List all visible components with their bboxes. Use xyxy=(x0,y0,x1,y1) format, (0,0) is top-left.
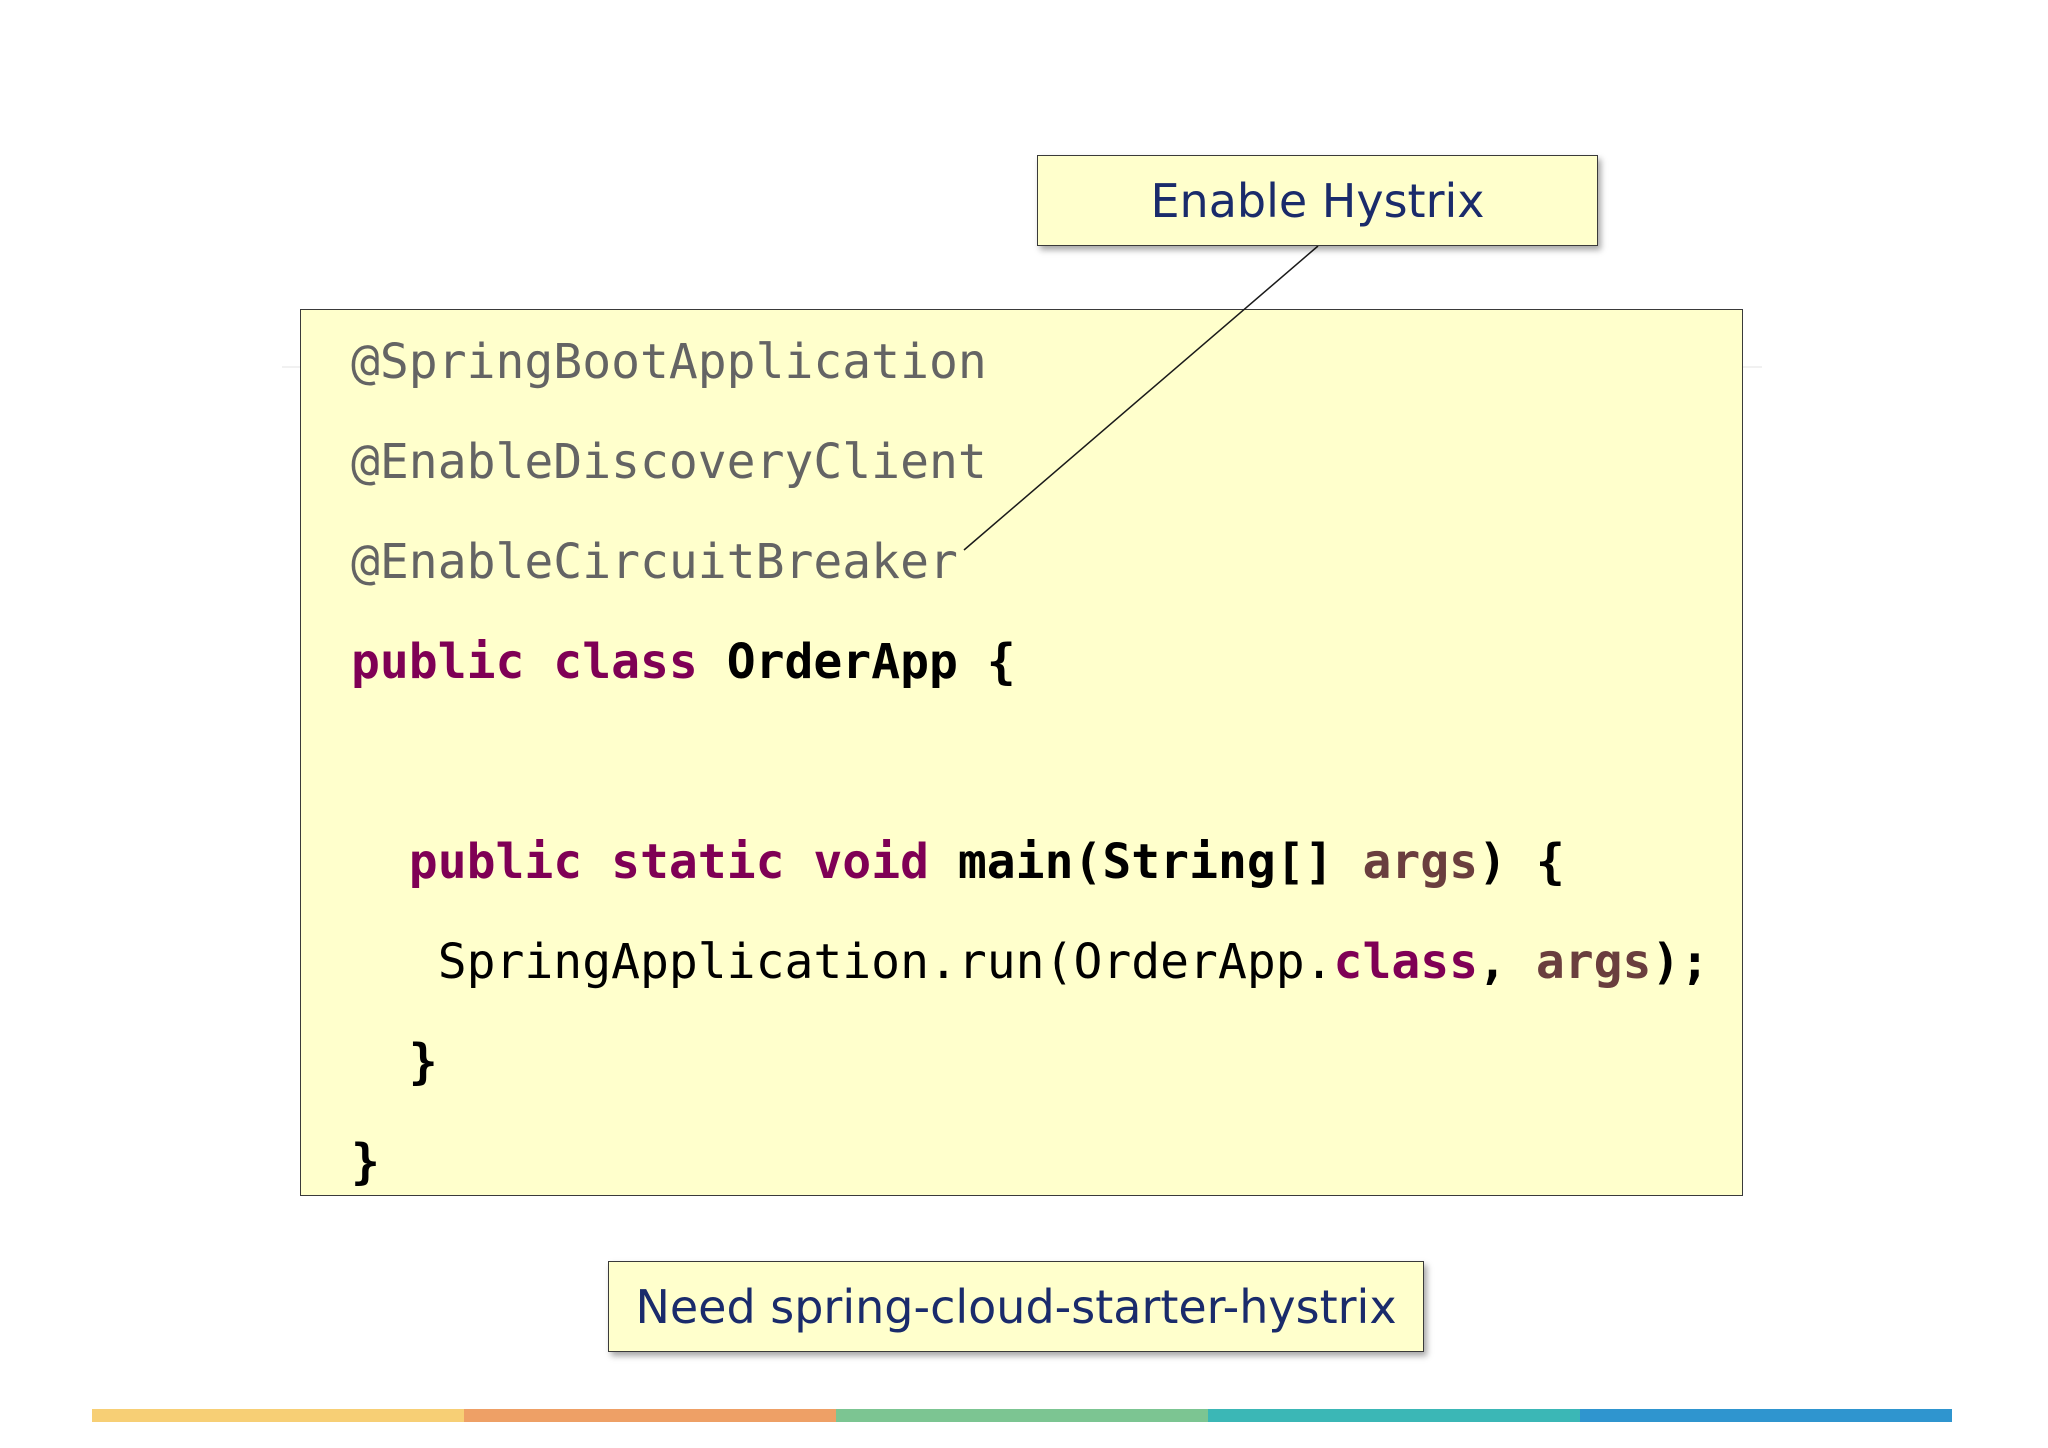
code-token: class xyxy=(1333,934,1479,990)
code-token: public xyxy=(351,634,525,690)
code-token: args xyxy=(1362,834,1479,890)
code-token: @SpringBootApplication xyxy=(351,334,987,390)
code-token: args xyxy=(1535,934,1652,990)
slide: @SpringBootApplication @EnableDiscoveryCl… xyxy=(0,0,2048,1448)
code-token: static xyxy=(611,834,785,890)
footer-color-segment-2 xyxy=(464,1409,836,1422)
code-line-main-close: } xyxy=(351,1032,438,1092)
code-line-annot-3: @EnableCircuitBreaker xyxy=(351,532,958,592)
callout-enable-hystrix: Enable Hystrix xyxy=(1037,155,1598,246)
code-token: void xyxy=(813,834,929,890)
code-line-annot-2: @EnableDiscoveryClient xyxy=(351,432,987,492)
code-token: SpringApplication.run(OrderApp. xyxy=(351,934,1334,990)
code-token: @EnableCircuitBreaker xyxy=(351,534,958,590)
code-token: public xyxy=(351,834,583,890)
footer-color-segment-3 xyxy=(836,1409,1208,1422)
code-token: } xyxy=(351,1134,380,1190)
code-token: @EnableDiscoveryClient xyxy=(351,434,987,490)
code-token: } xyxy=(351,1034,438,1090)
footer-color-segment-4 xyxy=(1208,1409,1580,1422)
code-line-annot-1: @SpringBootApplication xyxy=(351,332,987,392)
callout-enable-hystrix-text: Enable Hystrix xyxy=(1150,173,1485,228)
code-token: OrderApp { xyxy=(697,634,1016,690)
code-line-run-call: SpringApplication.run(OrderApp.class, ar… xyxy=(351,932,1710,992)
code-token: class xyxy=(553,634,698,690)
code-token: main(String[] xyxy=(928,834,1363,890)
footer-color-bar xyxy=(92,1409,1952,1422)
footer-color-segment-1 xyxy=(92,1409,464,1422)
callout-dependency-note-text: Need spring-cloud-starter-hystrix xyxy=(635,1279,1397,1334)
footer-color-segment-5 xyxy=(1580,1409,1952,1422)
code-line-class-decl: public class OrderApp { xyxy=(351,632,1016,692)
callout-dependency-note: Need spring-cloud-starter-hystrix xyxy=(608,1261,1424,1352)
code-token: ); xyxy=(1651,934,1710,990)
code-line-main-decl: public static void main(String[] args) { xyxy=(351,832,1565,892)
code-token: , xyxy=(1478,934,1536,990)
code-token: ) { xyxy=(1478,834,1565,890)
code-snippet-box: @SpringBootApplication @EnableDiscoveryCl… xyxy=(300,309,1743,1196)
code-line-class-close: } xyxy=(351,1132,380,1192)
